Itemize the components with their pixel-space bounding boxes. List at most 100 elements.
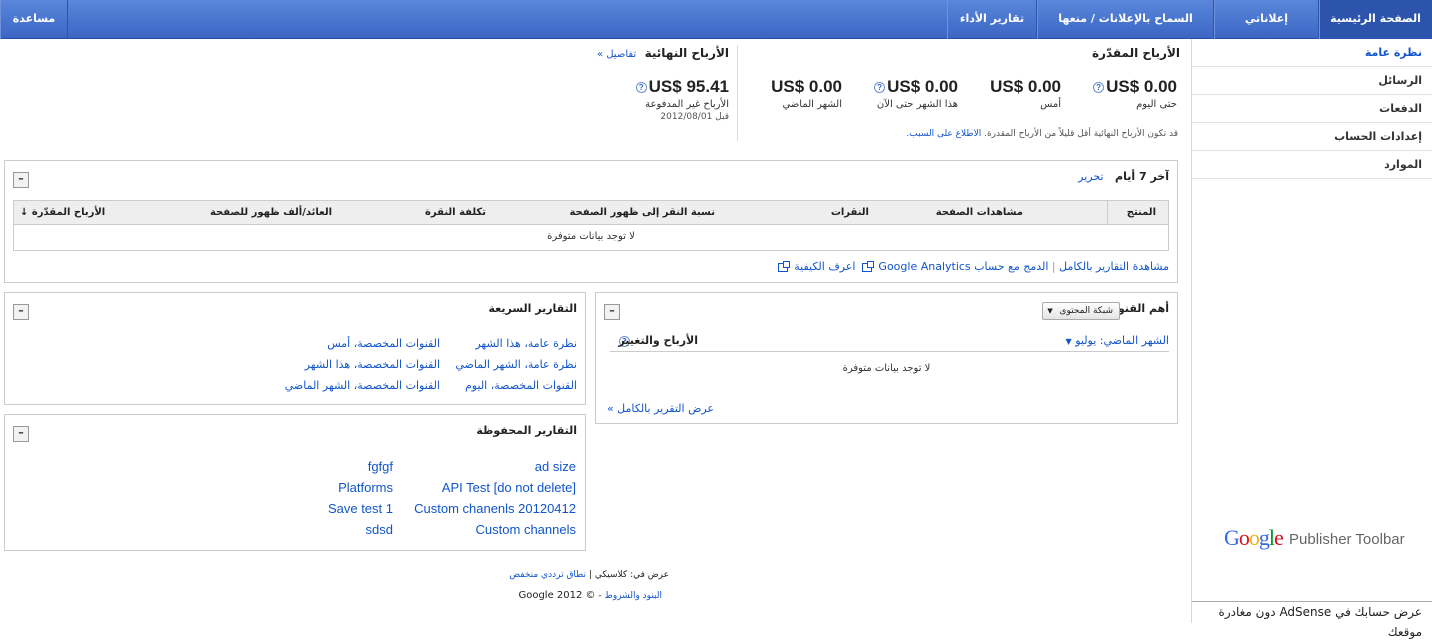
metric-yesterday: US$ 0.00 أمس <box>990 77 1061 110</box>
collapse-button[interactable]: – <box>13 426 29 442</box>
channels-empty-message: لا توجد بيانات متوفرة <box>842 363 931 374</box>
saved-report-link[interactable]: Platforms <box>338 480 393 495</box>
saved-report-link[interactable]: Custom channels <box>476 522 576 537</box>
sidebar-item-overview[interactable]: نظرة عامة <box>1192 39 1432 67</box>
quick-report-link[interactable]: القنوات المخصصة، هذا الشهر <box>305 358 440 371</box>
view-in-label: عرض في: كلاسيكي <box>594 570 669 580</box>
last-7-days-title: آخر 7 أيام <box>1115 170 1169 183</box>
col-page-views[interactable]: مشاهدات الصفحة <box>936 207 1023 218</box>
learn-why-link[interactable]: الاطلاع على السبب. <box>906 129 981 139</box>
metric-last-month-value: US$ 0.00 <box>771 77 842 96</box>
col-clicks[interactable]: النقرات <box>831 207 869 218</box>
saved-report-link[interactable]: fgfgf <box>368 459 393 474</box>
metric-today: US$ 0.00? حتى اليوم <box>1091 77 1177 110</box>
collapse-button[interactable]: – <box>13 304 29 320</box>
top-channels-panel: أهم القنوات شبكة المحتوى ▼ – الشهر الماضي… <box>595 292 1178 424</box>
help-icon[interactable]: ? <box>1093 82 1105 94</box>
metric-this-month-value: US$ 0.00 <box>887 77 958 96</box>
top-nav: الصفحة الرئيسية إعلاناتي السماح بالإعلان… <box>0 0 1432 39</box>
col-cpc[interactable]: تكلفة النقرة <box>425 207 486 218</box>
divider <box>737 45 738 141</box>
footer-view-in: عرض في: كلاسيكي | نطاق ترددي منخفض <box>509 570 669 580</box>
chevron-down-icon: ▼ <box>1065 337 1072 346</box>
final-earnings-title: الأرباح النهائية <box>644 46 729 60</box>
saved-reports-title: التقارير المحفوظة <box>476 424 577 437</box>
final-date: قبل 2012/08/01 <box>660 112 729 122</box>
last-7-days-header: آخر 7 أيام تحرير <box>1078 170 1169 183</box>
toolbar-promo-text[interactable]: عرض حسابك في AdSense دون مغادرة موقعك <box>1192 601 1432 639</box>
quick-report-link[interactable]: نظرة عامة، هذا الشهر <box>475 337 577 350</box>
estimated-note-text: قد تكون الأرباح النهائية أقل قليلاً من ا… <box>984 129 1178 139</box>
google-logo: Google <box>1224 525 1284 550</box>
estimated-earnings-title: الأرباح المقدّرة <box>1091 46 1180 60</box>
last-7-days-links: مشاهدة التقارير بالكامل | الدمج مع حساب … <box>775 260 1169 273</box>
tab-performance-reports[interactable]: تقارير الأداء <box>947 0 1037 39</box>
network-dropdown-value: شبكة المحتوى <box>1059 306 1113 316</box>
collapse-button[interactable]: – <box>604 304 620 320</box>
chevron-down-icon: ▼ <box>1047 307 1053 315</box>
metric-this-month: US$ 0.00? هذا الشهر حتى الآن <box>872 77 958 110</box>
metric-this-month-label: هذا الشهر حتى الآن <box>876 99 958 110</box>
terms-link[interactable]: البنود والشروط <box>605 591 662 601</box>
edit-link[interactable]: تحرير <box>1078 170 1103 183</box>
metric-final: US$ 95.41? الأرباح غير المدفوعة قبل 2012… <box>634 77 729 122</box>
quick-reports-title: التقارير السريعة <box>488 302 577 315</box>
external-link-icon <box>861 260 874 272</box>
low-bandwidth-link[interactable]: نطاق ترددي منخفض <box>509 570 586 580</box>
col-estimated-earnings[interactable]: الأرباح المقدّرة ↓ <box>20 207 105 218</box>
quick-report-link[interactable]: القنوات المخصصة، اليوم <box>465 379 577 392</box>
publisher-toolbar-label: Publisher Toolbar <box>1289 531 1405 548</box>
col-page-rpm[interactable]: العائد/ألف ظهور للصفحة <box>210 207 332 218</box>
divider <box>610 351 1169 352</box>
table-header: المنتج مشاهدات الصفحة النقرات نسبة النقر… <box>13 200 1169 225</box>
help-icon[interactable]: ? <box>874 82 886 94</box>
final-value: US$ 95.41 <box>648 77 729 96</box>
metric-yesterday-label: أمس <box>1040 99 1061 110</box>
metric-today-value: US$ 0.00 <box>1106 77 1177 96</box>
view-full-report-link[interactable]: عرض التقرير بالكامل » <box>607 402 714 415</box>
view-full-reports-link[interactable]: مشاهدة التقارير بالكامل <box>1059 260 1169 273</box>
metric-yesterday-value: US$ 0.00 <box>990 77 1061 96</box>
sidebar-item-account-settings[interactable]: إعدادات الحساب <box>1192 123 1432 151</box>
external-link-icon <box>777 260 790 272</box>
details-link[interactable]: تفاصيل » <box>597 49 636 60</box>
tab-home[interactable]: الصفحة الرئيسية <box>1319 0 1432 39</box>
earnings-change-label: الأرباح والتغيير <box>618 334 698 347</box>
final-label: الأرباح غير المدفوعة <box>645 99 729 110</box>
table-empty-message: لا توجد بيانات متوفرة <box>13 224 1169 251</box>
network-dropdown[interactable]: شبكة المحتوى ▼ <box>1042 302 1120 320</box>
estimated-note: قد تكون الأرباح النهائية أقل قليلاً من ا… <box>906 129 1178 139</box>
metric-today-label: حتى اليوم <box>1136 99 1177 110</box>
quick-report-link[interactable]: نظرة عامة، الشهر الماضي <box>455 358 577 371</box>
collapse-button[interactable]: – <box>13 172 29 188</box>
sidebar-item-messages[interactable]: الرسائل <box>1192 67 1432 95</box>
quick-report-link[interactable]: القنوات المخصصة، أمس <box>327 337 440 350</box>
tab-allow-block-ads[interactable]: السماح بالإعلانات / منعها <box>1037 0 1214 39</box>
col-product[interactable]: المنتج <box>1127 207 1156 218</box>
tab-help[interactable]: مساعدة <box>0 0 68 39</box>
saved-report-link[interactable]: Custom chanenls 20120412 <box>414 501 576 516</box>
metric-last-month-label: الشهر الماضي <box>782 99 842 110</box>
publisher-toolbar-promo[interactable]: Google Publisher Toolbar <box>1222 523 1422 563</box>
saved-report-link[interactable]: ad size <box>535 459 576 474</box>
integrate-analytics-link[interactable]: الدمج مع حساب Google Analytics <box>878 260 1048 273</box>
period-selector-label: الشهر الماضي: يوليو <box>1075 334 1169 347</box>
final-earnings-header: الأرباح النهائية تفاصيل » <box>597 46 729 60</box>
metric-last-month: US$ 0.00 الشهر الماضي <box>771 77 842 110</box>
saved-report-link[interactable]: Save test 1 <box>328 501 393 516</box>
learn-how-link[interactable]: اعرف الكيفية <box>794 260 855 273</box>
period-selector[interactable]: الشهر الماضي: يوليو ▼ <box>1066 334 1169 347</box>
sidebar-item-payments[interactable]: الدفعات <box>1192 95 1432 123</box>
sidebar-item-resources[interactable]: الموارد <box>1192 151 1432 179</box>
quick-report-link[interactable]: القنوات المخصصة، الشهر الماضي <box>285 379 440 392</box>
help-icon[interactable]: ? <box>635 82 647 94</box>
saved-report-link[interactable]: sdsd <box>366 522 393 537</box>
col-page-ctr[interactable]: نسبة النقر إلى ظهور الصفحة <box>569 207 715 218</box>
last-7-days-panel: آخر 7 أيام تحرير – المنتج مشاهدات الصفحة… <box>4 160 1178 283</box>
saved-reports-panel: التقارير المحفوظة – ad size fgfgf [API T… <box>4 414 586 551</box>
tab-my-ads[interactable]: إعلاناتي <box>1214 0 1319 39</box>
saved-report-link[interactable]: [API Test [do not delete <box>442 480 576 495</box>
quick-reports-panel: التقارير السريعة – نظرة عامة، هذا الشهر … <box>4 292 586 405</box>
footer-terms: البنود والشروط - © 2012 Google <box>518 590 662 601</box>
copyright: © 2012 Google <box>518 590 596 601</box>
